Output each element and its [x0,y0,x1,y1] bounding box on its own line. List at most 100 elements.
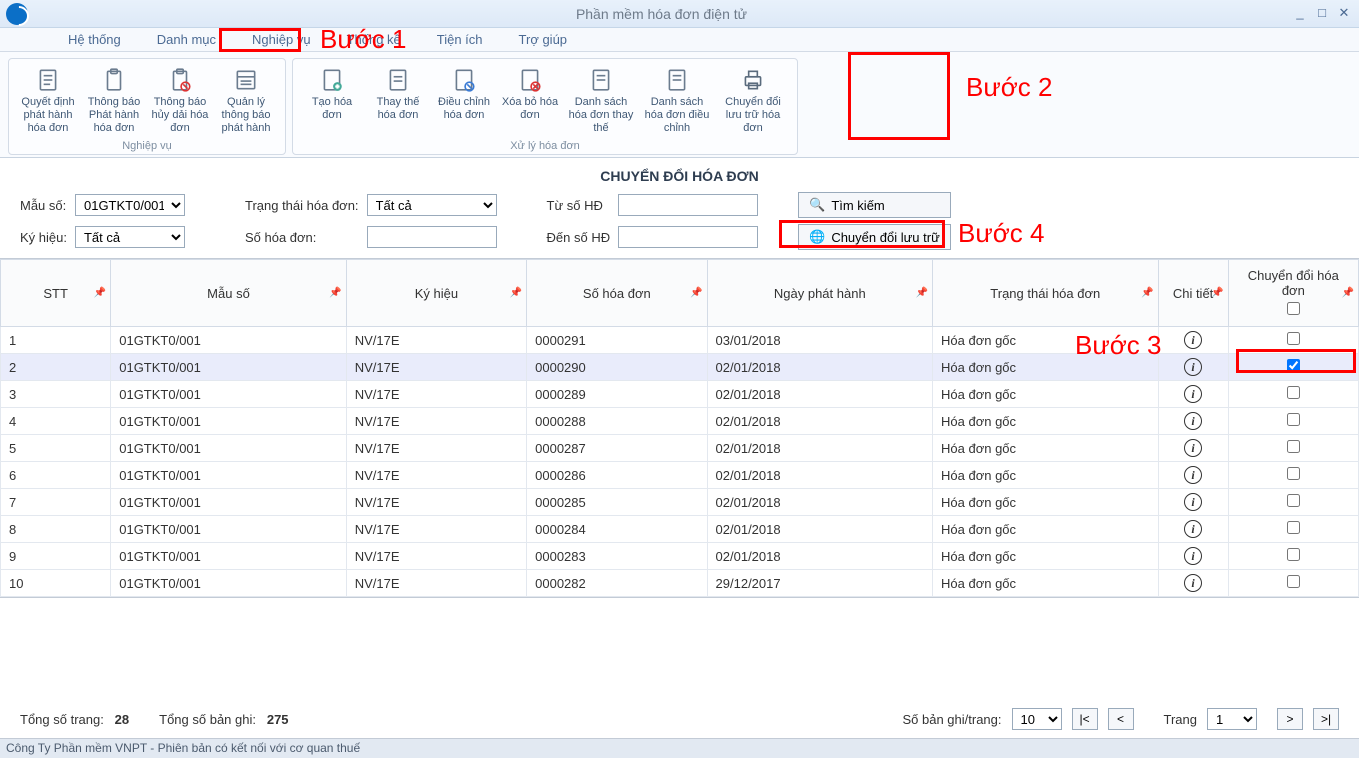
ribbon-ds-dieu-chinh[interactable]: Danh sách hóa đơn điều chỉnh [639,63,715,138]
app-logo [6,3,28,25]
select-all-checkbox[interactable] [1287,302,1300,315]
cell-mau: 01GTKT0/001 [111,543,347,570]
cell-ngay: 02/01/2018 [707,354,932,381]
info-icon[interactable]: i [1184,412,1202,430]
ribbon: Quyết định phát hành hóa đơn Thông báo P… [0,52,1359,158]
next-page-button[interactable]: > [1277,708,1303,730]
row-checkbox[interactable] [1287,494,1300,507]
statusbar: Công Ty Phần mềm VNPT - Phiên bản có kết… [0,738,1359,758]
tu-so-input[interactable] [618,194,758,216]
row-checkbox[interactable] [1287,332,1300,345]
ribbon-group-nghiep-vu: Quyết định phát hành hóa đơn Thông báo P… [8,58,286,155]
cell-kh: NV/17E [346,381,526,408]
row-checkbox[interactable] [1287,548,1300,561]
info-icon[interactable]: i [1184,466,1202,484]
row-checkbox[interactable] [1287,521,1300,534]
th-chi-tiet[interactable]: Chi tiết📌 [1158,260,1228,327]
ribbon-quyet-dinh[interactable]: Quyết định phát hành hóa đơn [15,63,81,138]
th-trang-thai[interactable]: Trạng thái hóa đơn📌 [933,260,1158,327]
th-stt[interactable]: STT📌 [1,260,111,327]
maximize-button[interactable]: □ [1313,5,1331,23]
cell-stt: 9 [1,543,111,570]
info-icon[interactable]: i [1184,520,1202,538]
table-row[interactable]: 901GTKT0/001NV/17E000028302/01/2018Hóa đ… [1,543,1359,570]
filter-bar: Mẫu số: 01GTKT0/001 Ký hiệu: Tất cả Trạn… [0,190,1359,258]
th-mau-so[interactable]: Mẫu số📌 [111,260,347,327]
cell-ngay: 02/01/2018 [707,435,932,462]
table-row[interactable]: 301GTKT0/001NV/17E000028902/01/2018Hóa đ… [1,381,1359,408]
cell-stt: 2 [1,354,111,381]
table-row[interactable]: 201GTKT0/001NV/17E000029002/01/2018Hóa đ… [1,354,1359,381]
menu-he-thong[interactable]: Hệ thống [50,29,139,50]
page-select[interactable]: 1 [1207,708,1257,730]
cell-ngay: 02/01/2018 [707,489,932,516]
info-icon[interactable]: i [1184,493,1202,511]
ribbon-thong-bao-huy[interactable]: Thông báo hủy dải hóa đơn [147,63,213,138]
row-checkbox[interactable] [1287,467,1300,480]
cell-kh: NV/17E [346,570,526,597]
ribbon-dieu-chinh[interactable]: Điều chỉnh hóa đơn [431,63,497,138]
th-ngay[interactable]: Ngày phát hành📌 [707,260,932,327]
ribbon-xoa-bo[interactable]: Xóa bỏ hóa đơn [497,63,563,138]
cell-kh: NV/17E [346,435,526,462]
row-checkbox[interactable] [1287,359,1300,372]
printer-icon [736,66,770,94]
last-page-button[interactable]: >| [1313,708,1339,730]
document-replace-icon [381,66,415,94]
cell-ngay: 02/01/2018 [707,516,932,543]
table-row[interactable]: 801GTKT0/001NV/17E000028402/01/2018Hóa đ… [1,516,1359,543]
cell-ngay: 02/01/2018 [707,408,932,435]
ribbon-chuyen-doi[interactable]: Chuyển đổi lưu trữ hóa đơn [715,63,791,138]
cell-so: 0000287 [527,435,707,462]
row-checkbox[interactable] [1287,575,1300,588]
th-so-hd[interactable]: Số hóa đơn📌 [527,260,707,327]
info-icon[interactable]: i [1184,358,1202,376]
ky-hieu-select[interactable]: Tất cả [75,226,185,248]
table-row[interactable]: 401GTKT0/001NV/17E000028802/01/2018Hóa đ… [1,408,1359,435]
cell-tt: Hóa đơn gốc [933,408,1158,435]
info-icon[interactable]: i [1184,574,1202,592]
info-icon[interactable]: i [1184,331,1202,349]
table-row[interactable]: 101GTKT0/001NV/17E000029103/01/2018Hóa đ… [1,327,1359,354]
menu-thong-ke[interactable]: Thống kê [329,29,419,50]
row-checkbox[interactable] [1287,413,1300,426]
ribbon-quan-ly[interactable]: Quản lý thông báo phát hành [213,63,279,138]
row-checkbox[interactable] [1287,440,1300,453]
den-so-input[interactable] [618,226,758,248]
close-button[interactable]: ✕ [1335,5,1353,23]
convert-button[interactable]: 🌐 Chuyển đổi lưu trữ [798,224,951,250]
trang-thai-select[interactable]: Tất cả [367,194,497,216]
table-row[interactable]: 601GTKT0/001NV/17E000028602/01/2018Hóa đ… [1,462,1359,489]
menu-tro-giup[interactable]: Trợ giúp [501,29,586,50]
ribbon-tao-hoa-don[interactable]: Tạo hóa đơn [299,63,365,138]
mau-so-select[interactable]: 01GTKT0/001 [75,194,185,216]
cell-so: 0000290 [527,354,707,381]
info-icon[interactable]: i [1184,547,1202,565]
table-row[interactable]: 1001GTKT0/001NV/17E000028229/12/2017Hóa … [1,570,1359,597]
ky-hieu-label: Ký hiệu: [20,230,67,245]
info-icon[interactable]: i [1184,439,1202,457]
th-ky-hieu[interactable]: Ký hiệu📌 [346,260,526,327]
search-button[interactable]: 🔍 Tìm kiếm [798,192,951,218]
row-checkbox[interactable] [1287,386,1300,399]
first-page-button[interactable]: |< [1072,708,1098,730]
pin-icon: 📌 [510,288,522,299]
prev-page-button[interactable]: < [1108,708,1134,730]
th-chuyen-doi[interactable]: Chuyển đổi hóa đơn📌 [1228,260,1358,327]
cell-stt: 10 [1,570,111,597]
minimize-button[interactable]: _ [1291,5,1309,23]
menu-nghiep-vu[interactable]: Nghiệp vụ [234,29,329,50]
ribbon-thong-bao-phat-hanh[interactable]: Thông báo Phát hành hóa đơn [81,63,147,138]
info-icon[interactable]: i [1184,385,1202,403]
table-row[interactable]: 501GTKT0/001NV/17E000028702/01/2018Hóa đ… [1,435,1359,462]
globe-icon: 🌐 [809,229,825,245]
menu-tien-ich[interactable]: Tiện ích [419,29,501,50]
cell-mau: 01GTKT0/001 [111,462,347,489]
cell-mau: 01GTKT0/001 [111,408,347,435]
menu-danh-muc[interactable]: Danh mục [139,29,234,50]
ribbon-thay-the[interactable]: Thay thế hóa đơn [365,63,431,138]
table-row[interactable]: 701GTKT0/001NV/17E000028502/01/2018Hóa đ… [1,489,1359,516]
per-page-select[interactable]: 10 [1012,708,1062,730]
so-hd-input[interactable] [367,226,497,248]
ribbon-ds-thay-the[interactable]: Danh sách hóa đơn thay thế [563,63,639,138]
